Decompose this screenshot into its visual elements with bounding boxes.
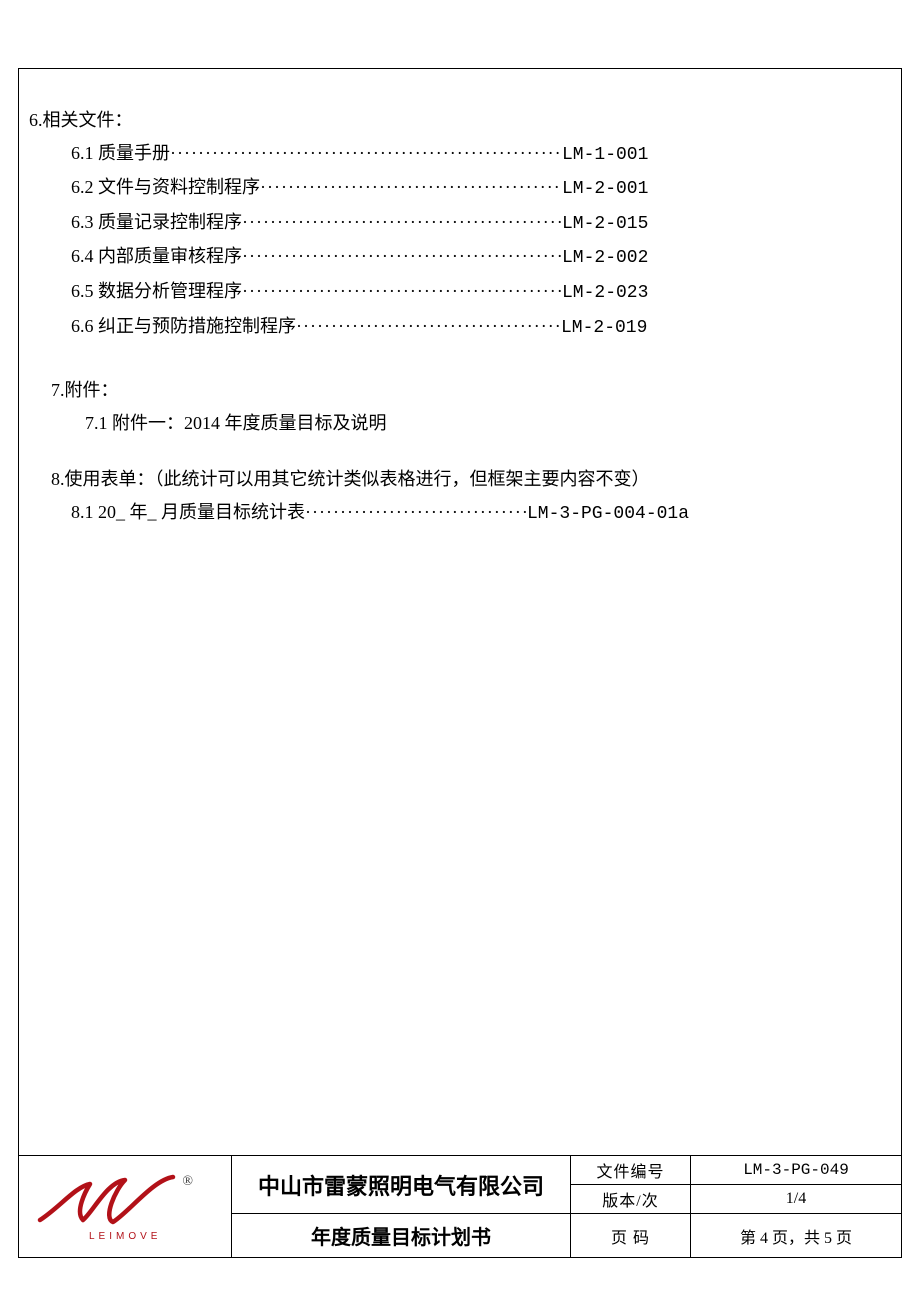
leimove-logo-icon xyxy=(35,1172,180,1230)
toc-row: 6.2 文件与资料控制程序 LM-2-001 xyxy=(29,172,891,205)
company-logo: ® LEIMOVE xyxy=(35,1172,215,1242)
document-title: 年度质量目标计划书 xyxy=(232,1214,570,1257)
toc-label: 6.1 质量手册 xyxy=(71,138,170,169)
footer-right: 文件编号 LM-3-PG-049 版本/次 1/4 页 码 第 4 页，共 5 … xyxy=(571,1156,901,1257)
toc-code: LM-2-019 xyxy=(561,313,647,344)
section7-item: 7.1 附件一：2014 年度质量目标及说明 xyxy=(29,408,891,439)
toc-label: 8.1 20_ 年_ 月质量目标统计表 xyxy=(71,497,305,528)
footer-middle: 中山市雷蒙照明电气有限公司 年度质量目标计划书 xyxy=(232,1156,571,1257)
value-version: 1/4 xyxy=(691,1185,901,1213)
toc-label: 6.3 质量记录控制程序 xyxy=(71,207,242,238)
toc-code: LM-1-001 xyxy=(562,140,648,171)
toc-row: 6.3 质量记录控制程序 LM-2-015 xyxy=(29,207,891,240)
toc-dots xyxy=(170,138,562,169)
footer-row-docno: 文件编号 LM-3-PG-049 xyxy=(571,1156,901,1185)
toc-code: LM-2-002 xyxy=(562,243,648,274)
toc-label: 6.4 内部质量审核程序 xyxy=(71,241,242,272)
page-frame: 6.相关文件： 6.1 质量手册 LM-1-001 6.2 文件与资料控制程序 … xyxy=(18,68,902,1258)
footer-row-page: 页 码 第 4 页，共 5 页 xyxy=(571,1214,901,1257)
toc-dots xyxy=(296,311,561,342)
toc-dots xyxy=(305,497,527,528)
toc-dots xyxy=(242,276,562,307)
value-page: 第 4 页，共 5 页 xyxy=(691,1214,901,1257)
label-docno: 文件编号 xyxy=(571,1156,691,1184)
toc-code: LM-2-015 xyxy=(562,209,648,240)
toc-dots xyxy=(242,241,562,272)
section8-title: 8.使用表单：（此统计可以用其它统计类似表格进行，但框架主要内容不变） xyxy=(29,464,891,495)
footer-row-version: 版本/次 1/4 xyxy=(571,1185,901,1214)
section7-title: 7.附件： xyxy=(29,375,891,406)
label-page: 页 码 xyxy=(571,1214,691,1257)
footer-table: ® LEIMOVE 中山市雷蒙照明电气有限公司 年度质量目标计划书 文件编号 L… xyxy=(19,1155,901,1257)
toc-row: 6.5 数据分析管理程序 LM-2-023 xyxy=(29,276,891,309)
logo-text: LEIMOVE xyxy=(89,1231,161,1242)
toc-code: LM-2-001 xyxy=(562,174,648,205)
logo-cell: ® LEIMOVE xyxy=(19,1156,232,1257)
toc-row: 6.1 质量手册 LM-1-001 xyxy=(29,138,891,171)
toc-code: LM-3-PG-004-01a xyxy=(527,499,689,530)
company-name: 中山市雷蒙照明电气有限公司 xyxy=(232,1156,570,1214)
registered-mark: ® xyxy=(182,1174,193,1190)
toc-dots xyxy=(260,172,562,203)
toc-label: 6.6 纠正与预防措施控制程序 xyxy=(71,311,296,342)
section6-title: 6.相关文件： xyxy=(29,105,891,136)
label-version: 版本/次 xyxy=(571,1185,691,1213)
toc-code: LM-2-023 xyxy=(562,278,648,309)
value-docno: LM-3-PG-049 xyxy=(691,1156,901,1184)
toc-row: 6.6 纠正与预防措施控制程序 LM-2-019 xyxy=(29,311,891,344)
toc-dots xyxy=(242,207,562,238)
toc-row: 8.1 20_ 年_ 月质量目标统计表 LM-3-PG-004-01a xyxy=(29,497,891,530)
toc-label: 6.5 数据分析管理程序 xyxy=(71,276,242,307)
document-body: 6.相关文件： 6.1 质量手册 LM-1-001 6.2 文件与资料控制程序 … xyxy=(19,69,901,1155)
toc-label: 6.2 文件与资料控制程序 xyxy=(71,172,260,203)
toc-row: 6.4 内部质量审核程序 LM-2-002 xyxy=(29,241,891,274)
